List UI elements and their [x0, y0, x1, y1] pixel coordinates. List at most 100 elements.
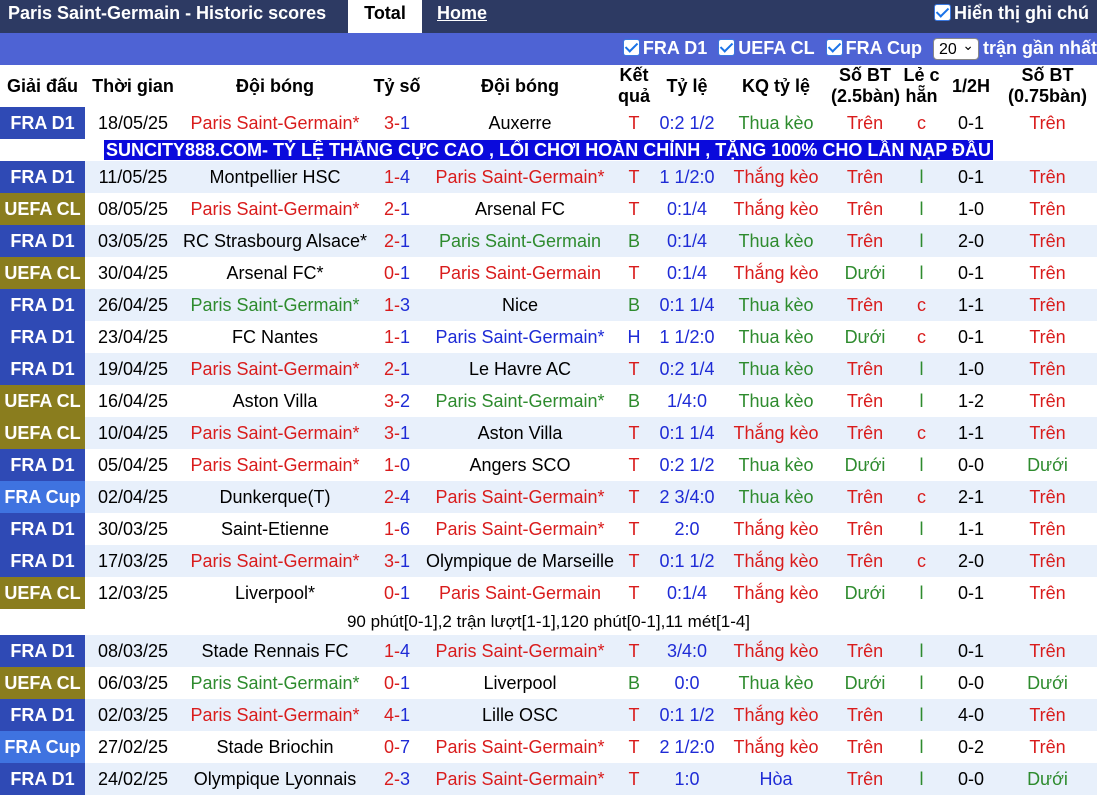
home-team[interactable]: Paris Saint-Germain*: [181, 699, 369, 731]
league-badge[interactable]: FRA D1: [0, 699, 85, 731]
home-team[interactable]: Paris Saint-Germain*: [181, 417, 369, 449]
away-team[interactable]: Paris Saint-Germain*: [425, 763, 615, 795]
ad-banner-text[interactable]: SUNCITY888.COM- TỶ LỆ THẮNG CỰC CAO , LỐ…: [103, 139, 993, 160]
home-team[interactable]: Saint-Etienne: [181, 513, 369, 545]
score[interactable]: 0-1: [369, 667, 425, 699]
score[interactable]: 1-6: [369, 513, 425, 545]
home-team[interactable]: Paris Saint-Germain*: [181, 289, 369, 321]
score[interactable]: 2-1: [369, 225, 425, 257]
score[interactable]: 2-1: [369, 353, 425, 385]
checkbox-icon[interactable]: [825, 39, 843, 56]
league-badge[interactable]: FRA D1: [0, 545, 85, 577]
home-team[interactable]: Olympique Lyonnais: [181, 763, 369, 795]
odd-even: l: [899, 699, 944, 731]
show-notes-toggle[interactable]: Hiển thị ghi chú: [934, 3, 1089, 24]
home-team[interactable]: Stade Rennais FC: [181, 635, 369, 667]
league-badge[interactable]: FRA D1: [0, 353, 85, 385]
league-badge[interactable]: FRA D1: [0, 107, 85, 139]
away-team[interactable]: Paris Saint-Germain*: [425, 513, 615, 545]
checkbox-icon[interactable]: [622, 39, 640, 56]
home-team[interactable]: Arsenal FC*: [181, 257, 369, 289]
league-badge[interactable]: FRA D1: [0, 225, 85, 257]
handicap-odds: 2 1/2:0: [659, 736, 715, 757]
league-badge[interactable]: UEFA CL: [0, 193, 85, 225]
away-team[interactable]: Arsenal FC: [425, 193, 615, 225]
away-team[interactable]: Paris Saint-Germain*: [425, 321, 615, 353]
league-badge[interactable]: FRA D1: [0, 289, 85, 321]
home-team[interactable]: Paris Saint-Germain*: [181, 449, 369, 481]
home-team[interactable]: RC Strasbourg Alsace*: [181, 225, 369, 257]
score-away: 4: [400, 486, 411, 507]
score[interactable]: 2-3: [369, 763, 425, 795]
half-time-score: 1-1: [944, 289, 998, 321]
home-team[interactable]: Liverpool*: [181, 577, 369, 609]
away-team[interactable]: Paris Saint-Germain: [425, 225, 615, 257]
away-team[interactable]: Paris Saint-Germain: [425, 577, 615, 609]
away-team[interactable]: Paris Saint-Germain: [425, 257, 615, 289]
filter-fra-d1[interactable]: FRA D1: [622, 38, 707, 58]
filter-fra-cup[interactable]: FRA Cup: [825, 38, 922, 58]
home-team[interactable]: Stade Briochin: [181, 731, 369, 763]
score[interactable]: 3-2: [369, 385, 425, 417]
away-team[interactable]: Auxerre: [425, 107, 615, 139]
league-badge[interactable]: UEFA CL: [0, 417, 85, 449]
league-badge[interactable]: UEFA CL: [0, 667, 85, 699]
title-bar: Paris Saint-Germain - Historic scores To…: [0, 0, 1097, 33]
home-team[interactable]: Paris Saint-Germain*: [181, 545, 369, 577]
home-team[interactable]: Paris Saint-Germain*: [181, 107, 369, 139]
score[interactable]: 2-1: [369, 193, 425, 225]
away-team[interactable]: Paris Saint-Germain*: [425, 731, 615, 763]
league-badge[interactable]: UEFA CL: [0, 385, 85, 417]
home-team[interactable]: Montpellier HSC: [181, 161, 369, 193]
away-team[interactable]: Paris Saint-Germain*: [425, 385, 615, 417]
league-badge[interactable]: FRA D1: [0, 321, 85, 353]
league-badge[interactable]: FRA D1: [0, 161, 85, 193]
score-home: 3: [383, 550, 394, 571]
score[interactable]: 2-4: [369, 481, 425, 513]
home-team[interactable]: Paris Saint-Germain*: [181, 667, 369, 699]
checkbox-icon[interactable]: [934, 4, 951, 21]
home-team[interactable]: FC Nantes: [181, 321, 369, 353]
league-badge[interactable]: FRA D1: [0, 635, 85, 667]
score[interactable]: 3-1: [369, 417, 425, 449]
score[interactable]: 1-4: [369, 635, 425, 667]
score[interactable]: 0-1: [369, 577, 425, 609]
home-team[interactable]: Dunkerque(T): [181, 481, 369, 513]
away-team[interactable]: Aston Villa: [425, 417, 615, 449]
league-badge[interactable]: FRA D1: [0, 449, 85, 481]
score[interactable]: 3-1: [369, 107, 425, 139]
home-team[interactable]: Aston Villa: [181, 385, 369, 417]
filter-uefa-cl[interactable]: UEFA CL: [718, 38, 815, 58]
away-team[interactable]: Nice: [425, 289, 615, 321]
league-badge[interactable]: FRA Cup: [0, 481, 85, 513]
away-team[interactable]: Liverpool: [425, 667, 615, 699]
tab-total[interactable]: Total: [348, 0, 422, 33]
league-badge[interactable]: FRA Cup: [0, 731, 85, 763]
score[interactable]: 1-1: [369, 321, 425, 353]
score[interactable]: 4-1: [369, 699, 425, 731]
match-count-select[interactable]: 20: [932, 34, 979, 60]
away-team[interactable]: Olympique de Marseille: [425, 545, 615, 577]
home-team[interactable]: Paris Saint-Germain*: [181, 353, 369, 385]
score-away: 1: [400, 358, 411, 379]
away-team[interactable]: Paris Saint-Germain*: [425, 481, 615, 513]
away-team[interactable]: Le Havre AC: [425, 353, 615, 385]
away-team[interactable]: Paris Saint-Germain*: [425, 161, 615, 193]
score[interactable]: 0-7: [369, 731, 425, 763]
score[interactable]: 1-3: [369, 289, 425, 321]
score[interactable]: 1-0: [369, 449, 425, 481]
away-team[interactable]: Angers SCO: [425, 449, 615, 481]
league-badge[interactable]: UEFA CL: [0, 257, 85, 289]
league-badge[interactable]: FRA D1: [0, 513, 85, 545]
tab-home[interactable]: Home: [437, 0, 487, 33]
score[interactable]: 0-1: [369, 257, 425, 289]
league-badge[interactable]: UEFA CL: [0, 577, 85, 609]
score[interactable]: 1-4: [369, 161, 425, 193]
ad-banner[interactable]: SUNCITY888.COM- TỶ LỆ THẮNG CỰC CAO , LỐ…: [0, 139, 1097, 161]
league-badge[interactable]: FRA D1: [0, 763, 85, 795]
home-team[interactable]: Paris Saint-Germain*: [181, 193, 369, 225]
score[interactable]: 3-1: [369, 545, 425, 577]
checkbox-icon[interactable]: [718, 39, 736, 56]
away-team[interactable]: Lille OSC: [425, 699, 615, 731]
away-team[interactable]: Paris Saint-Germain*: [425, 635, 615, 667]
